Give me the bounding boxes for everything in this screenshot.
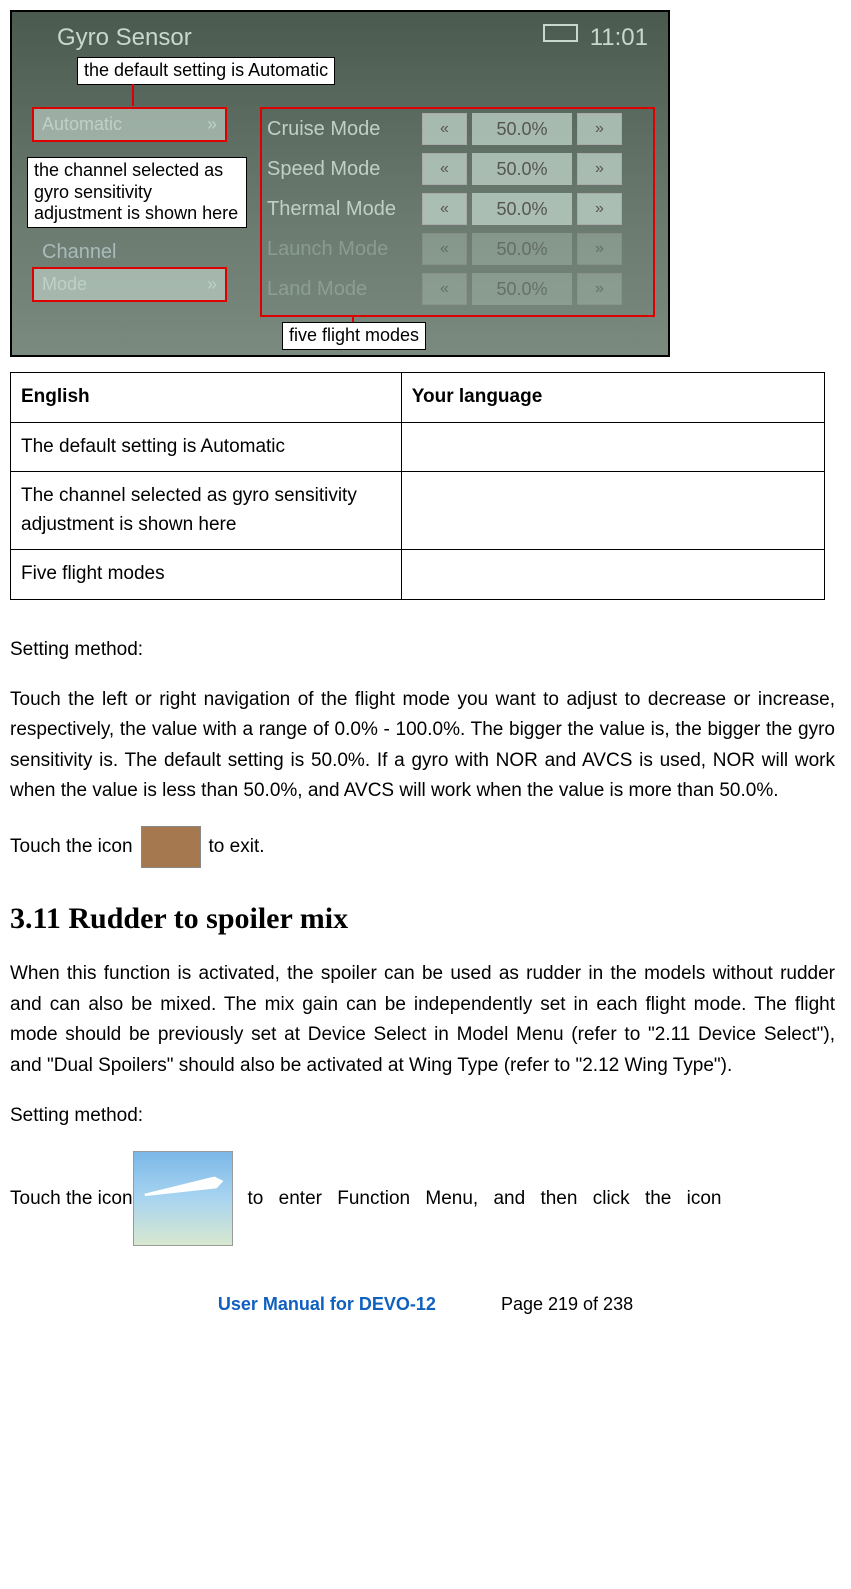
- function-menu-icon: [133, 1151, 233, 1246]
- decrease-button[interactable]: «: [422, 193, 467, 225]
- footer-page: Page 219 of 238: [501, 1294, 633, 1314]
- setting-method-label: Setting method:: [10, 635, 835, 665]
- decrease-button[interactable]: «: [422, 113, 467, 145]
- callout-flight-modes: five flight modes: [282, 322, 426, 350]
- mode-value: 50.0%: [472, 273, 572, 305]
- automatic-button[interactable]: Automatic »: [32, 107, 227, 142]
- table-cell-english: Five flight modes: [11, 550, 402, 600]
- decrease-button[interactable]: «: [422, 273, 467, 305]
- mode-value: 50.0%: [472, 153, 572, 185]
- table-cell-your-language: [401, 550, 824, 600]
- section-heading: 3.11 Rudder to spoiler mix: [10, 896, 841, 941]
- touch-icon-function-menu-line: Touch the icon to enter Function Menu, a…: [10, 1151, 835, 1246]
- flight-mode-row: Launch Mode«50.0%»: [262, 229, 653, 269]
- chevron-right-icon: »: [207, 111, 217, 138]
- table-cell-your-language: [401, 422, 824, 472]
- mode-name: Land Mode: [267, 274, 417, 304]
- mode-value: 50.0%: [472, 193, 572, 225]
- decrease-button[interactable]: «: [422, 153, 467, 185]
- flight-mode-row: Land Mode«50.0%»: [262, 269, 653, 309]
- callout-default-setting: the default setting is Automatic: [77, 57, 335, 85]
- battery-icon: [543, 24, 578, 42]
- mode-value: 50.0%: [472, 233, 572, 265]
- table-row: Five flight modes: [11, 550, 825, 600]
- mode-selector-label: Mode: [42, 271, 87, 298]
- mode-name: Cruise Mode: [267, 114, 417, 144]
- touch-icon-exit-line: Touch the icon to exit.: [10, 826, 835, 868]
- callout-channel: the channel selected as gyro sensitivity…: [27, 157, 247, 228]
- channel-label: Channel: [42, 237, 117, 267]
- increase-button[interactable]: »: [577, 273, 622, 305]
- mode-value: 50.0%: [472, 113, 572, 145]
- section-paragraph: When this function is activated, the spo…: [10, 959, 835, 1081]
- increase-button[interactable]: »: [577, 113, 622, 145]
- flight-mode-row: Speed Mode«50.0%»: [262, 149, 653, 189]
- increase-button[interactable]: »: [577, 193, 622, 225]
- screen-title: Gyro Sensor: [57, 20, 192, 56]
- table-header-your-language: Your language: [401, 373, 824, 423]
- page-footer: User Manual for DEVO-12 Page 219 of 238: [10, 1291, 841, 1318]
- flight-mode-row: Cruise Mode«50.0%»: [262, 109, 653, 149]
- chevron-right-icon: »: [207, 271, 217, 298]
- flight-mode-row: Thermal Mode«50.0%»: [262, 189, 653, 229]
- device-screenshot: Gyro Sensor 11:01 the default setting is…: [10, 10, 670, 357]
- automatic-label: Automatic: [42, 111, 122, 138]
- table-cell-your-language: [401, 472, 824, 550]
- table-header-english: English: [11, 373, 402, 423]
- clock-label: 11:01: [590, 20, 648, 56]
- translation-table: English Your language The default settin…: [10, 372, 825, 600]
- flight-modes-panel: Cruise Mode«50.0%»Speed Mode«50.0%»Therm…: [260, 107, 655, 317]
- footer-title: User Manual for DEVO-12: [218, 1294, 436, 1314]
- setting-method-label-2: Setting method:: [10, 1101, 835, 1131]
- instruction-paragraph: Touch the left or right navigation of th…: [10, 685, 835, 807]
- table-cell-english: The channel selected as gyro sensitivity…: [11, 472, 402, 550]
- mode-selector-button[interactable]: Mode »: [32, 267, 227, 302]
- table-row: The channel selected as gyro sensitivity…: [11, 472, 825, 550]
- mode-name: Launch Mode: [267, 234, 417, 264]
- decrease-button[interactable]: «: [422, 233, 467, 265]
- table-cell-english: The default setting is Automatic: [11, 422, 402, 472]
- mode-name: Speed Mode: [267, 154, 417, 184]
- exit-icon: [141, 826, 201, 868]
- table-row: The default setting is Automatic: [11, 422, 825, 472]
- mode-name: Thermal Mode: [267, 194, 417, 224]
- increase-button[interactable]: »: [577, 153, 622, 185]
- increase-button[interactable]: »: [577, 233, 622, 265]
